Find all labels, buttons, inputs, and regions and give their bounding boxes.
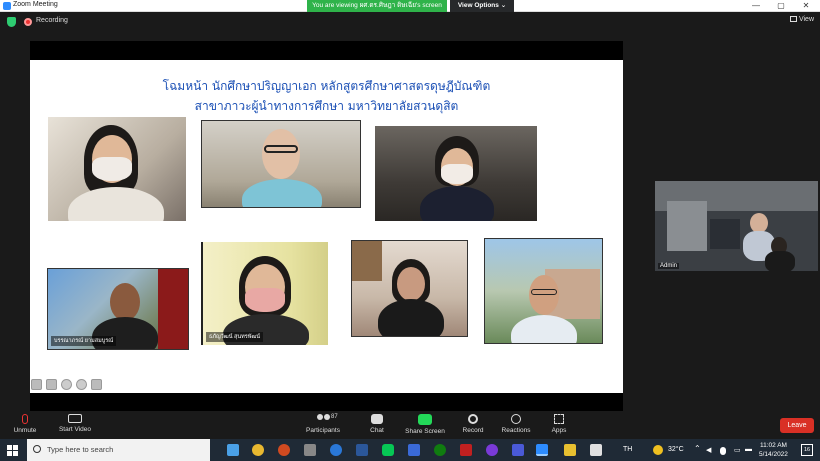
language-indicator[interactable]: TH [623, 446, 632, 453]
leave-button[interactable]: Leave [780, 418, 814, 433]
share-screen-icon [418, 414, 432, 425]
meeting-toolbar: Unmute Start Video 87 Participants Chat … [0, 411, 820, 439]
participant-photo [201, 120, 361, 208]
security-shield-icon[interactable] [7, 17, 16, 27]
teams-icon[interactable] [512, 444, 524, 456]
reactions-icon [511, 414, 521, 424]
taskbar-search-box[interactable]: Type here to search [27, 439, 210, 461]
battery-icon[interactable]: ▬ [745, 446, 752, 453]
start-video-label: Start Video [58, 426, 92, 433]
search-placeholder: Type here to search [47, 445, 114, 454]
powerpoint-icon[interactable] [278, 444, 290, 456]
participant-name-admin: Admin [658, 263, 680, 269]
chrome-icon[interactable] [252, 444, 264, 456]
more-icon[interactable] [76, 379, 87, 390]
participants-label: Participants [306, 427, 340, 434]
network-icon[interactable]: ▭ [734, 446, 741, 454]
reactions-label: Reactions [501, 427, 531, 434]
task-view-icon[interactable] [227, 444, 239, 456]
apps-icon [554, 414, 564, 424]
pencil-icon[interactable] [46, 379, 57, 390]
window-titlebar: Zoom Meeting You are viewing ผศ.ดร.ศิษฎา… [0, 0, 820, 12]
participant-photo: ธภัญวัฒน์ สุนทรพัฒน์ [201, 242, 328, 345]
record-button[interactable]: Record [460, 414, 486, 434]
participant-photo [375, 126, 537, 221]
zoom-taskbar-icon[interactable] [536, 444, 548, 456]
clock-date: 5/14/2022 [759, 451, 788, 458]
participants-icon: 87 [315, 414, 338, 424]
participant-video-tile[interactable]: Admin [655, 181, 818, 271]
minimize-button[interactable]: — [744, 0, 768, 12]
weather-icon[interactable] [653, 445, 663, 455]
participant-photo [484, 238, 603, 344]
grid-view-icon [789, 16, 797, 23]
app-icon-purple[interactable] [486, 444, 498, 456]
annotation-tools [31, 379, 102, 391]
back-arrow-icon[interactable] [31, 379, 42, 390]
record-label: Record [462, 427, 484, 434]
smiley-icon[interactable] [61, 379, 72, 390]
app-icon-red[interactable] [460, 444, 472, 456]
participants-button[interactable]: 87 Participants [303, 414, 343, 434]
app-icon[interactable] [408, 444, 420, 456]
unmute-button[interactable]: Unmute [11, 414, 39, 434]
notification-icon[interactable]: 16 [801, 444, 813, 456]
chevron-up-icon[interactable]: ⌃ [694, 444, 701, 453]
slide-title-line2: สาขาภาวะผู้นำทางการศึกษา มหาวิทยาลัยสวนด… [194, 99, 459, 113]
muted-microphone-icon [22, 414, 28, 424]
microphone-icon[interactable] [720, 447, 726, 455]
unmute-label: Unmute [13, 427, 37, 434]
windows-start-icon[interactable] [7, 445, 18, 456]
participant-photo [351, 240, 468, 337]
search-icon [33, 445, 41, 453]
media-icon[interactable] [304, 444, 316, 456]
share-screen-label: Share Screen [405, 428, 445, 435]
edge-icon[interactable] [330, 444, 342, 456]
participants-count: 87 [331, 414, 338, 420]
xbox-icon[interactable] [434, 444, 446, 456]
start-video-button[interactable]: Start Video [57, 414, 93, 433]
share-screen-button[interactable]: Share Screen [403, 414, 447, 435]
apps-label: Apps [551, 427, 567, 434]
participant-name: บรรณาภรณ์ ยามสมบูรณ์ [51, 336, 117, 346]
record-icon [468, 414, 478, 424]
forward-arrow-icon[interactable] [91, 379, 102, 390]
chat-button[interactable]: Chat [366, 414, 388, 434]
window-title: Zoom Meeting [13, 1, 58, 8]
recording-label: Recording [36, 17, 68, 24]
word-icon[interactable] [356, 444, 368, 456]
chat-icon [371, 414, 383, 424]
file-explorer-icon[interactable] [564, 444, 576, 456]
clock-time: 11:02 AM [759, 442, 787, 449]
view-options-button[interactable]: View Options ⌄ [450, 0, 514, 12]
presentation-slide: โฉมหน้า นักศึกษาปริญญาเอก หลักสูตรศึกษาศ… [30, 60, 623, 393]
slide-title-line1: โฉมหน้า นักศึกษาปริญญาเอก หลักสูตรศึกษาศ… [162, 79, 491, 93]
participant-photo: บรรณาภรณ์ ยามสมบูรณ์ [47, 268, 189, 350]
participant-name: ธภัญวัฒน์ สุนทรพัฒน์ [206, 332, 264, 342]
viewing-banner: You are viewing ผศ.ดร.ศิษฎา ดิษเฉีย's sc… [307, 0, 447, 12]
recording-icon [24, 18, 32, 26]
chat-label: Chat [370, 427, 384, 434]
maximize-button[interactable]: ▢ [769, 0, 793, 12]
zoom-app-icon [3, 2, 11, 10]
view-label: View [798, 16, 814, 23]
video-off-icon [68, 414, 82, 423]
participant-photo [48, 117, 186, 221]
windows-taskbar: Type here to search TH 32°C ⌃ ◀︎ ▭ ▬ 11:… [0, 439, 820, 461]
acrobat-icon[interactable] [590, 444, 602, 456]
apps-button[interactable]: Apps [548, 414, 570, 434]
speaker-icon[interactable]: ◀︎ [706, 446, 711, 454]
line-icon[interactable] [382, 444, 394, 456]
temperature[interactable]: 32°C [668, 446, 684, 453]
view-button[interactable]: View [789, 16, 814, 23]
taskbar-clock[interactable]: 11:02 AM 5/14/2022 [759, 441, 788, 459]
meeting-info-bar: Recording View [0, 12, 820, 32]
reactions-button[interactable]: Reactions [499, 414, 533, 434]
close-button[interactable]: ✕ [794, 0, 818, 12]
